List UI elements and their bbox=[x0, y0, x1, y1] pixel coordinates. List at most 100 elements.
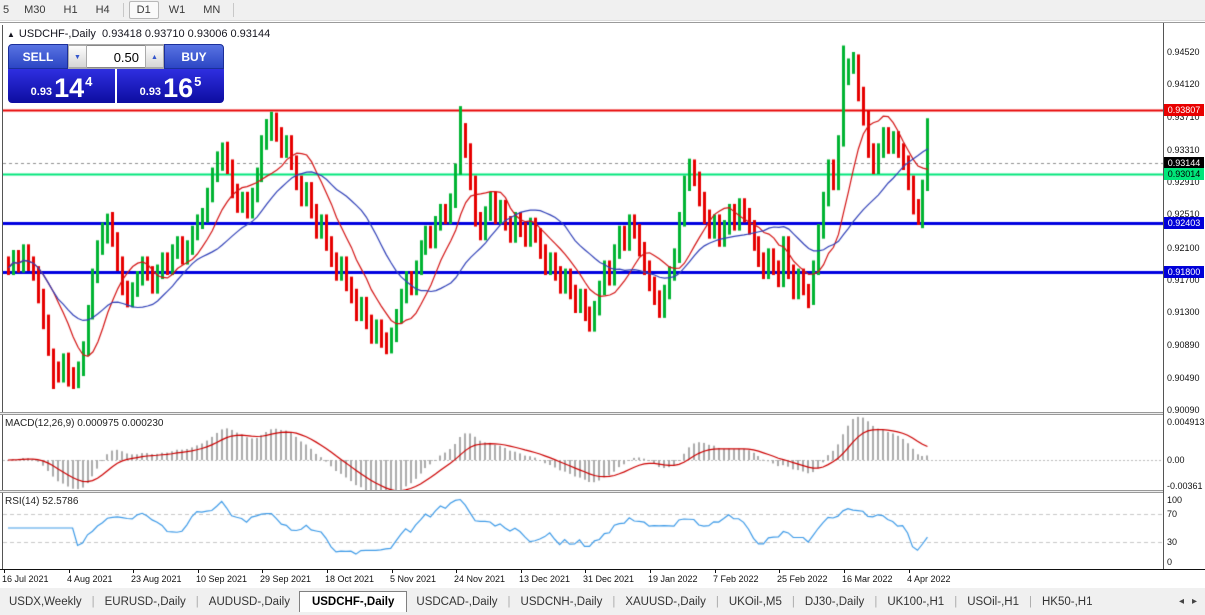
tab-ukoil-m5[interactable]: UKOil-,M5 bbox=[720, 592, 791, 612]
tab-hk50-h1[interactable]: HK50-,H1 bbox=[1033, 592, 1102, 612]
time-axis-label: 4 Aug 2021 bbox=[67, 574, 113, 584]
price-line-label: 0.93014 bbox=[1164, 168, 1204, 180]
buy-price-small: 0.93 bbox=[140, 86, 161, 98]
ohlc-values: 0.93418 0.93710 0.93006 0.93144 bbox=[102, 28, 270, 40]
toolbar-divider bbox=[233, 3, 234, 17]
tab-uk100-h1[interactable]: UK100-,H1 bbox=[878, 592, 953, 612]
toolbar-divider bbox=[123, 3, 124, 17]
tab-divider: | bbox=[1029, 596, 1032, 608]
macd-label: MACD(12,26,9) 0.000975 0.000230 bbox=[5, 418, 163, 429]
tab-usdcnh-daily[interactable]: USDCNH-,Daily bbox=[512, 592, 612, 612]
symbol-tab-bar: USDX,Weekly|EURUSD-,Daily|AUDUSD-,DailyU… bbox=[0, 588, 1205, 615]
time-axis-tickmark bbox=[650, 570, 651, 573]
time-axis-tickmark bbox=[844, 570, 845, 573]
rsi-label: RSI(14) 52.5786 bbox=[5, 496, 78, 507]
rsi-axis-tick: 30 bbox=[1167, 537, 1177, 547]
time-axis-label: 16 Mar 2022 bbox=[842, 574, 893, 584]
tab-usoil-h1[interactable]: USOil-,H1 bbox=[958, 592, 1028, 612]
rsi-axis-tick: 0 bbox=[1167, 557, 1172, 567]
rsi-canvas[interactable] bbox=[3, 493, 1164, 569]
time-axis-label: 25 Feb 2022 bbox=[777, 574, 828, 584]
tab-divider: | bbox=[612, 596, 615, 608]
time-axis-tickmark bbox=[262, 570, 263, 573]
time-axis-label: 29 Sep 2021 bbox=[260, 574, 311, 584]
tab-divider: | bbox=[92, 596, 95, 608]
time-axis-label: 10 Sep 2021 bbox=[196, 574, 247, 584]
time-axis-tickmark bbox=[327, 570, 328, 573]
one-click-trade-widget: SELL ▼ 0.50 ▲ BUY 0.93 14 4 0.93 16 5 bbox=[8, 44, 224, 103]
timeframe-toolbar: 5M30H1H4 D1W1MN bbox=[0, 0, 1205, 21]
tab-xauusd-daily[interactable]: XAUUSD-,Daily bbox=[616, 592, 715, 612]
time-axis-label: 23 Aug 2021 bbox=[131, 574, 182, 584]
trading-terminal: 5M30H1H4D1W1MN ▲USDCHF-,Daily 0.93418 0.… bbox=[0, 0, 1205, 615]
collapse-icon[interactable]: ▲ bbox=[7, 30, 15, 39]
price-line-label: 0.93807 bbox=[1164, 104, 1204, 116]
macd-axis-tick: 0.00 bbox=[1167, 455, 1185, 465]
tab-dj30-daily[interactable]: DJ30-,Daily bbox=[796, 592, 873, 612]
time-axis-tickmark bbox=[909, 570, 910, 573]
time-axis-label: 4 Apr 2022 bbox=[907, 574, 951, 584]
price-line-label: 0.92403 bbox=[1164, 217, 1204, 229]
time-axis-label: 7 Feb 2022 bbox=[713, 574, 759, 584]
sell-price-small: 0.93 bbox=[31, 86, 52, 98]
sell-price-big: 14 bbox=[54, 75, 84, 101]
time-axis-label: 31 Dec 2021 bbox=[583, 574, 634, 584]
time-axis: 16 Jul 2021 4 Aug 2021 23 Aug 2021 10 Sep 2… bbox=[0, 569, 1205, 590]
macd-canvas[interactable] bbox=[3, 415, 1164, 490]
buy-button[interactable]: BUY bbox=[164, 44, 224, 69]
timeframe-button-d1[interactable]: D1 bbox=[129, 1, 159, 19]
price-axis-tick: 0.94520 bbox=[1167, 47, 1200, 57]
tab-divider: | bbox=[954, 596, 957, 608]
price-line-label: 0.91800 bbox=[1164, 266, 1204, 278]
macd-axis-tick: -0.00361 bbox=[1167, 481, 1203, 491]
rsi-axis-tick: 100 bbox=[1167, 495, 1182, 505]
price-axis-tick: 0.94120 bbox=[1167, 79, 1200, 89]
chart-title: ▲ USDCHF-,Daily 0.93418 0.93710 0.93006 0… bbox=[7, 28, 270, 40]
buy-price-sup: 5 bbox=[194, 74, 201, 89]
time-axis-tickmark bbox=[133, 570, 134, 573]
tab-usdx-weekly[interactable]: USDX,Weekly bbox=[0, 592, 91, 612]
timeframe-button-mn[interactable]: MN bbox=[195, 1, 228, 19]
rsi-pane[interactable] bbox=[2, 493, 1164, 569]
macd-pane[interactable] bbox=[2, 415, 1164, 490]
timeframe-button-h1[interactable]: H1 bbox=[56, 1, 86, 19]
time-axis-tickmark bbox=[392, 570, 393, 573]
tab-divider: | bbox=[508, 596, 511, 608]
time-axis-tickmark bbox=[198, 570, 199, 573]
tab-divider: | bbox=[874, 596, 877, 608]
tab-audusd-daily[interactable]: AUDUSD-,Daily bbox=[200, 592, 299, 612]
volume-increase-button[interactable]: ▲ bbox=[145, 45, 164, 68]
price-axis-tick: 0.93310 bbox=[1167, 145, 1200, 155]
timeframe-button-5[interactable]: 5 bbox=[1, 1, 14, 19]
time-axis-label: 16 Jul 2021 bbox=[2, 574, 49, 584]
tab-divider: | bbox=[196, 596, 199, 608]
volume-input[interactable]: 0.50 bbox=[87, 45, 145, 68]
scroll-tabs-right-icon[interactable]: ▸ bbox=[1188, 594, 1201, 609]
sell-price-quote[interactable]: 0.93 14 4 bbox=[8, 69, 115, 103]
timeframe-button-w1[interactable]: W1 bbox=[161, 1, 194, 19]
tab-eurusd-daily[interactable]: EURUSD-,Daily bbox=[96, 592, 195, 612]
sell-price-sup: 4 bbox=[85, 74, 92, 89]
timeframe-button-h4[interactable]: H4 bbox=[88, 1, 118, 19]
buy-price-big: 16 bbox=[163, 75, 193, 101]
buy-price-quote[interactable]: 0.93 16 5 bbox=[117, 69, 224, 103]
timeframe-button-m30[interactable]: M30 bbox=[16, 1, 53, 19]
time-axis-label: 18 Oct 2021 bbox=[325, 574, 374, 584]
tab-usdchf-daily[interactable]: USDCHF-,Daily bbox=[299, 591, 407, 612]
volume-stepper: ▼ 0.50 ▲ bbox=[68, 44, 164, 69]
macd-axis-tick: 0.004913 bbox=[1167, 417, 1205, 427]
time-axis-label: 5 Nov 2021 bbox=[390, 574, 436, 584]
sell-button[interactable]: SELL bbox=[8, 44, 68, 69]
price-axis-tick: 0.90890 bbox=[1167, 340, 1200, 350]
time-axis-label: 19 Jan 2022 bbox=[648, 574, 698, 584]
time-axis-tickmark bbox=[456, 570, 457, 573]
symbol-label: USDCHF-,Daily bbox=[19, 28, 96, 40]
volume-decrease-button[interactable]: ▼ bbox=[68, 45, 87, 68]
time-axis-tickmark bbox=[4, 570, 5, 573]
price-axis-tick: 0.90090 bbox=[1167, 405, 1200, 415]
scroll-tabs-left-icon[interactable]: ◂ bbox=[1175, 594, 1188, 609]
time-axis-label: 13 Dec 2021 bbox=[519, 574, 570, 584]
tab-divider: | bbox=[716, 596, 719, 608]
time-axis-tickmark bbox=[585, 570, 586, 573]
tab-usdcad-daily[interactable]: USDCAD-,Daily bbox=[407, 592, 506, 612]
